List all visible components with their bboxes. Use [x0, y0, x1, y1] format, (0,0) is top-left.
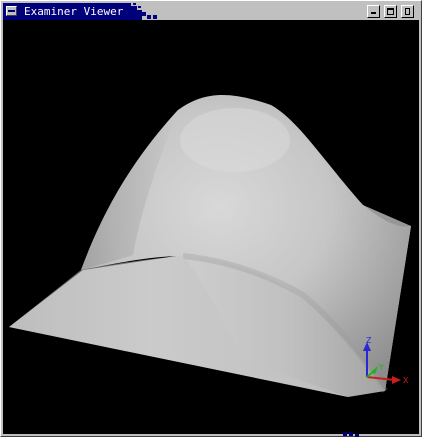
title-bar-dither	[125, 3, 157, 20]
z-axis-label: Z	[366, 336, 372, 345]
title-bar[interactable]: Examiner Viewer	[3, 3, 419, 20]
close-button[interactable]	[401, 5, 414, 18]
scene-render: Z X Y	[9, 94, 411, 397]
bottom-edge-dither	[343, 432, 359, 437]
y-axis-label: Y	[378, 363, 384, 372]
window-menu-bar	[8, 10, 15, 12]
minimize-icon	[371, 12, 376, 14]
window-title: Examiner Viewer	[24, 5, 124, 18]
window-menu-icon[interactable]	[6, 6, 17, 16]
x-axis-arrow	[392, 376, 401, 384]
3d-viewport[interactable]: Z X Y	[3, 20, 419, 434]
maximize-icon	[387, 8, 394, 15]
surface-peak-highlight	[180, 108, 290, 172]
x-axis-label: X	[403, 376, 409, 385]
minimize-button[interactable]	[367, 5, 380, 18]
examiner-viewer-window: Examiner Viewer Z X Y	[0, 0, 422, 437]
maximize-button[interactable]	[384, 5, 397, 18]
close-icon	[405, 8, 410, 15]
